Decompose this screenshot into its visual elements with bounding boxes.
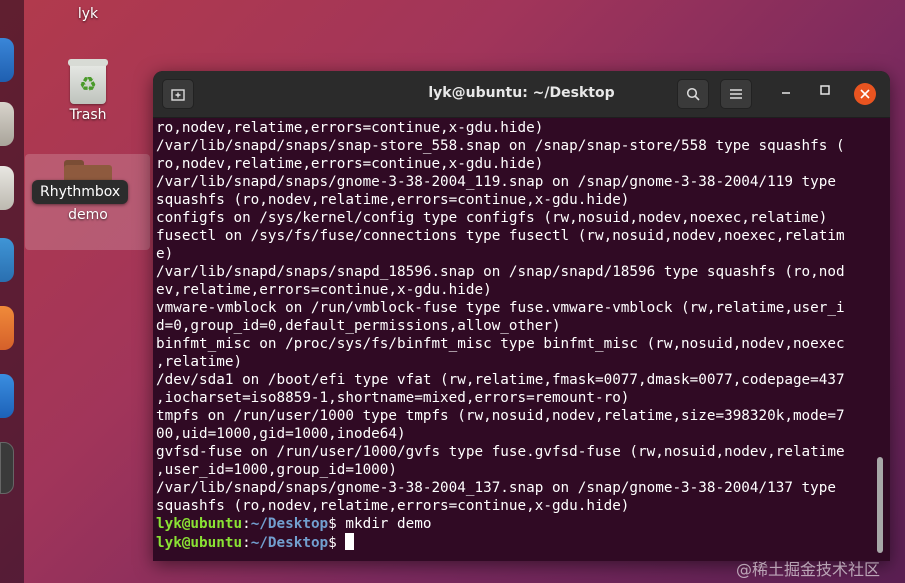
minimize-button[interactable] [777,83,795,101]
prompt-path: ~/Desktop [250,535,329,551]
output-line: /var/lib/snapd/snaps/gnome-3-38-2004_119… [156,174,836,190]
search-button[interactable] [677,79,709,109]
output-line: ,relatime) [156,354,243,370]
minimize-icon [782,92,790,94]
prompt-symbol: $ [328,516,337,532]
output-line: e) [156,246,174,262]
output-line: squashfs (ro,nodev,relatime,errors=conti… [156,192,630,208]
output-line: gvfsd-fuse on /run/user/1000/gvfs type f… [156,444,845,460]
prompt-user: lyk@ubuntu [156,535,243,551]
output-line: /var/lib/snapd/snaps/gnome-3-38-2004_137… [156,480,836,496]
menu-button[interactable] [720,79,752,109]
dock-help-icon[interactable] [0,374,14,418]
text-cursor [345,533,355,550]
close-icon [860,89,870,99]
maximize-icon [820,85,830,95]
terminal-output[interactable]: ro,nodev,relatime,errors=continue,x-gdu.… [156,119,878,559]
prompt-line: lyk@ubuntu:~/Desktop$ mkdir demo [156,515,878,533]
prompt-separator: : [242,535,251,551]
output-line: d=0,group_id=0,default_permissions,allow… [156,318,561,334]
trash-lid [68,59,108,66]
output-line: tmpfs on /run/user/1000 type tmpfs (rw,n… [156,408,845,424]
prompt-command: mkdir demo [336,516,432,532]
output-line: binfmt_misc on /proc/sys/fs/binfmt_misc … [156,336,845,352]
output-line: /dev/sda1 on /boot/efi type vfat (rw,rel… [156,372,845,388]
dock-libreoffice-icon[interactable] [0,238,14,282]
output-line: /var/lib/snapd/snaps/snap-store_558.snap… [156,138,845,154]
output-line: ,iocharset=iso8859-1,shortname=mixed,err… [156,390,630,406]
output-line: ro,nodev,relatime,errors=continue,x-gdu.… [156,120,544,136]
home-folder-label[interactable]: lyk [68,6,108,22]
output-line: ev,relatime,errors=continue,x-gdu.hide) [156,282,492,298]
hamburger-menu-icon [730,89,742,99]
prompt-path: ~/Desktop [250,516,329,532]
output-line: ,user_id=1000,group_id=1000) [156,462,398,478]
terminal-titlebar[interactable]: lyk@ubuntu: ~/Desktop [153,71,890,118]
recycle-icon: ♻ [79,72,97,96]
output-line: ro,nodev,relatime,errors=continue,x-gdu.… [156,156,544,172]
active-prompt-line[interactable]: lyk@ubuntu:~/Desktop$ [156,533,878,551]
output-line: configfs on /sys/kernel/config type conf… [156,210,828,226]
dock [0,0,24,583]
output-line: /var/lib/snapd/snaps/snapd_18596.snap on… [156,264,845,280]
dock-files-icon[interactable] [0,102,14,146]
output-line: 00,uid=1000,gid=1000,inode64) [156,426,406,442]
dock-firefox-icon[interactable] [0,38,14,82]
dock-software-icon[interactable] [0,306,14,350]
output-line: squashfs (ro,nodev,relatime,errors=conti… [156,498,630,514]
output-line: vmware-vmblock on /run/vmblock-fuse type… [156,300,845,316]
prompt-separator: : [242,516,251,532]
demo-folder-label[interactable]: demo [58,207,118,223]
watermark: @稀土掘金技术社区 [736,560,881,579]
output-line: fusectl on /sys/fs/fuse/connections type… [156,228,845,244]
terminal-window[interactable]: lyk@ubuntu: ~/Desktop ro,nodev,relatime,… [153,71,890,561]
maximize-button[interactable] [816,84,834,100]
trash-icon[interactable]: ♻ [68,59,108,104]
search-icon [686,87,700,101]
terminal-scrollbar[interactable] [877,457,883,553]
close-button[interactable] [854,83,876,105]
trash-label[interactable]: Trash [58,107,118,123]
prompt-user: lyk@ubuntu [156,516,243,532]
prompt-symbol: $ [328,535,337,551]
rhythmbox-tooltip: Rhythmbox [32,180,129,204]
dock-rhythmbox-icon[interactable] [0,166,14,210]
dock-terminal-icon[interactable] [0,442,14,494]
